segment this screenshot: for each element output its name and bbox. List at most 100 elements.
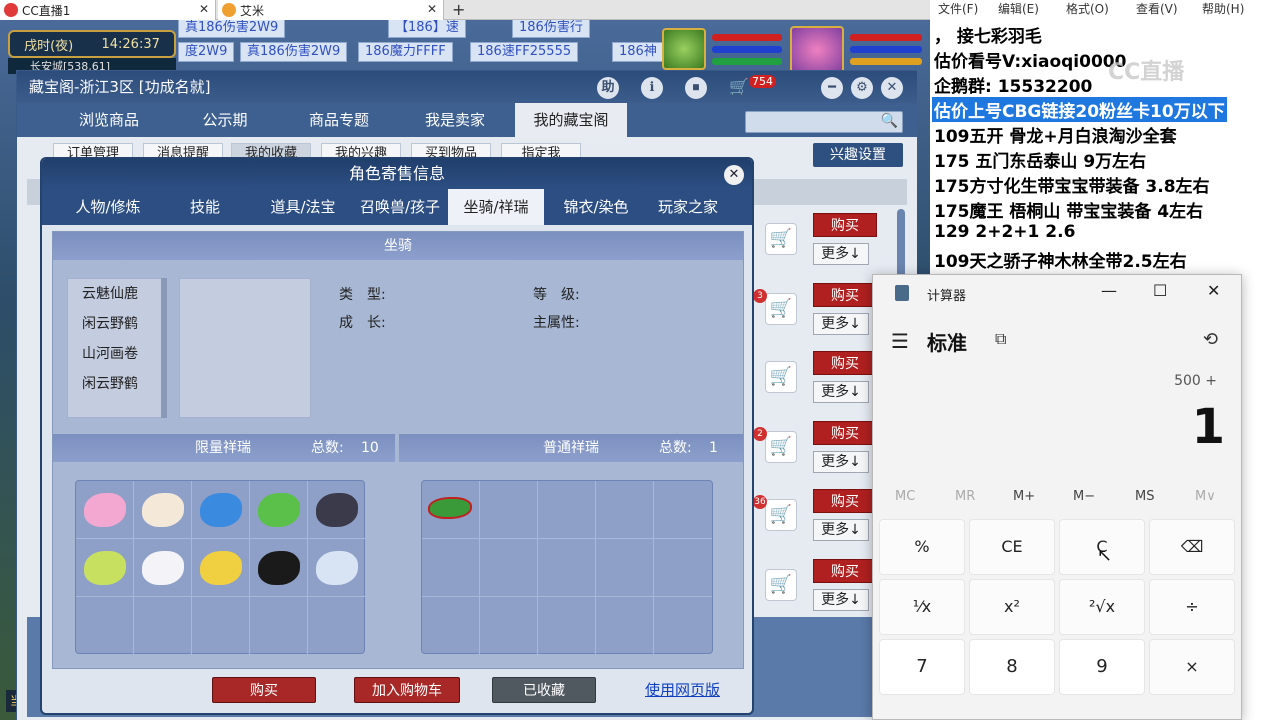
row-buy-button[interactable]: 购买	[813, 489, 877, 513]
close-icon[interactable]: ✕	[881, 77, 903, 99]
row-more-button[interactable]: 更多↓	[813, 381, 869, 403]
mount-item[interactable]: 闲云野鹤	[68, 309, 164, 339]
grid-cell[interactable]	[654, 597, 712, 655]
close-tab-icon[interactable]: ✕	[427, 2, 437, 16]
tab-seller[interactable]: 我是卖家	[403, 103, 507, 137]
digit-8-button[interactable]: 8	[969, 639, 1055, 695]
player-avatar[interactable]	[790, 26, 844, 74]
menu-edit[interactable]: 编辑(E)	[998, 0, 1039, 17]
memory-list-button[interactable]: M∨	[1195, 489, 1216, 504]
menu-file[interactable]: 文件(F)	[938, 0, 978, 17]
tab-pets[interactable]: 召唤兽/孩子	[350, 189, 450, 225]
mount-item[interactable]: 山河画卷	[68, 339, 164, 369]
clear-entry-button[interactable]: CE	[969, 519, 1055, 575]
grid-cell[interactable]	[192, 481, 250, 539]
memory-clear-button[interactable]: MC	[895, 489, 915, 504]
grid-cell[interactable]	[480, 539, 538, 597]
tab-skills[interactable]: 技能	[162, 189, 248, 225]
grid-cell[interactable]	[654, 481, 712, 539]
grid-cell[interactable]	[134, 597, 192, 655]
backspace-button[interactable]: ⌫	[1149, 519, 1235, 575]
grid-cell[interactable]	[134, 481, 192, 539]
collected-button[interactable]: 已收藏	[492, 677, 596, 703]
interest-settings-button[interactable]: 兴趣设置	[813, 143, 903, 167]
menu-format[interactable]: 格式(O)	[1066, 0, 1109, 17]
grid-cell[interactable]	[538, 539, 596, 597]
dialog-close-icon[interactable]: ✕	[724, 165, 744, 185]
grid-cell[interactable]	[250, 597, 308, 655]
grid-cell[interactable]	[538, 481, 596, 539]
row-more-button[interactable]: 更多↓	[813, 313, 869, 335]
grid-cell[interactable]	[422, 481, 480, 539]
add-cart-icon[interactable]: 🛒	[765, 223, 797, 255]
mount-list-scrollbar[interactable]	[161, 278, 167, 418]
digit-7-button[interactable]: 7	[879, 639, 965, 695]
grid-cell[interactable]	[422, 539, 480, 597]
percent-button[interactable]: %	[879, 519, 965, 575]
row-more-button[interactable]: 更多↓	[813, 451, 869, 473]
grid-cell[interactable]	[134, 539, 192, 597]
settings-icon[interactable]: ⚙	[851, 77, 873, 99]
keep-on-top-icon[interactable]: ⧉	[995, 329, 1006, 349]
tab-mounts[interactable]: 坐骑/祥瑞	[448, 189, 544, 225]
add-cart-icon[interactable]: 🛒	[765, 431, 797, 463]
row-more-button[interactable]: 更多↓	[813, 519, 869, 541]
grid-cell[interactable]	[76, 539, 134, 597]
help-button[interactable]: 助	[597, 77, 619, 99]
add-cart-icon[interactable]: 🛒	[765, 361, 797, 393]
row-buy-button[interactable]: 购买	[813, 283, 877, 307]
new-tab-icon[interactable]: +	[452, 0, 465, 19]
grid-cell[interactable]	[76, 597, 134, 655]
tab-public[interactable]: 公示期	[173, 103, 277, 137]
menu-icon[interactable]: ☰	[891, 329, 909, 353]
stop-button[interactable]: ⏹	[685, 77, 707, 99]
grid-cell[interactable]	[76, 481, 134, 539]
grid-cell[interactable]	[192, 539, 250, 597]
history-icon[interactable]: ⟲	[1203, 329, 1218, 350]
memory-subtract-button[interactable]: M−	[1073, 489, 1095, 504]
info-button[interactable]: ℹ	[641, 77, 663, 99]
grid-cell[interactable]	[250, 539, 308, 597]
tab-home[interactable]: 玩家之家	[646, 189, 730, 225]
search-input[interactable]: 🔍	[745, 111, 903, 133]
row-more-button[interactable]: 更多↓	[813, 243, 869, 265]
square-root-button[interactable]: ²√x	[1059, 579, 1145, 635]
web-version-link[interactable]: 使用网页版	[645, 679, 720, 700]
grid-cell[interactable]	[192, 597, 250, 655]
mount-item[interactable]: 云魅仙鹿	[68, 279, 164, 309]
grid-cell[interactable]	[480, 481, 538, 539]
tab-topics[interactable]: 商品专题	[287, 103, 391, 137]
digit-9-button[interactable]: 9	[1059, 639, 1145, 695]
pet-avatar[interactable]	[662, 28, 706, 70]
browser-tab-cc[interactable]: CC直播1 ✕	[0, 0, 216, 20]
row-buy-button[interactable]: 购买	[813, 213, 877, 237]
grid-cell[interactable]	[596, 597, 654, 655]
menu-help[interactable]: 帮助(H)	[1202, 0, 1244, 17]
close-tab-icon[interactable]: ✕	[199, 2, 209, 16]
tab-items[interactable]: 道具/法宝	[256, 189, 350, 225]
row-buy-button[interactable]: 购买	[813, 421, 877, 445]
memory-recall-button[interactable]: MR	[955, 489, 975, 504]
reciprocal-button[interactable]: ¹⁄x	[879, 579, 965, 635]
maximize-icon[interactable]: ☐	[1153, 281, 1167, 300]
tab-outfits[interactable]: 锦衣/染色	[548, 189, 644, 225]
memory-store-button[interactable]: MS	[1135, 489, 1154, 504]
add-cart-icon[interactable]: 🛒	[765, 569, 797, 601]
buy-button[interactable]: 购买	[212, 677, 316, 703]
square-button[interactable]: x²	[969, 579, 1055, 635]
grid-cell[interactable]	[596, 539, 654, 597]
mount-item[interactable]: 闲云野鹤	[68, 369, 164, 399]
memory-add-button[interactable]: M+	[1013, 489, 1035, 504]
row-more-button[interactable]: 更多↓	[813, 589, 869, 611]
grid-cell[interactable]	[308, 597, 366, 655]
grid-cell[interactable]	[308, 481, 366, 539]
divide-button[interactable]: ÷	[1149, 579, 1235, 635]
multiply-button[interactable]: ×	[1149, 639, 1235, 695]
minimize-icon[interactable]: —	[1101, 281, 1117, 300]
tab-character[interactable]: 人物/修炼	[62, 189, 154, 225]
grid-cell[interactable]	[538, 597, 596, 655]
minimize-icon[interactable]: ━	[821, 77, 843, 99]
search-icon[interactable]: 🔍	[881, 113, 898, 129]
row-buy-button[interactable]: 购买	[813, 559, 877, 583]
row-buy-button[interactable]: 购买	[813, 351, 877, 375]
